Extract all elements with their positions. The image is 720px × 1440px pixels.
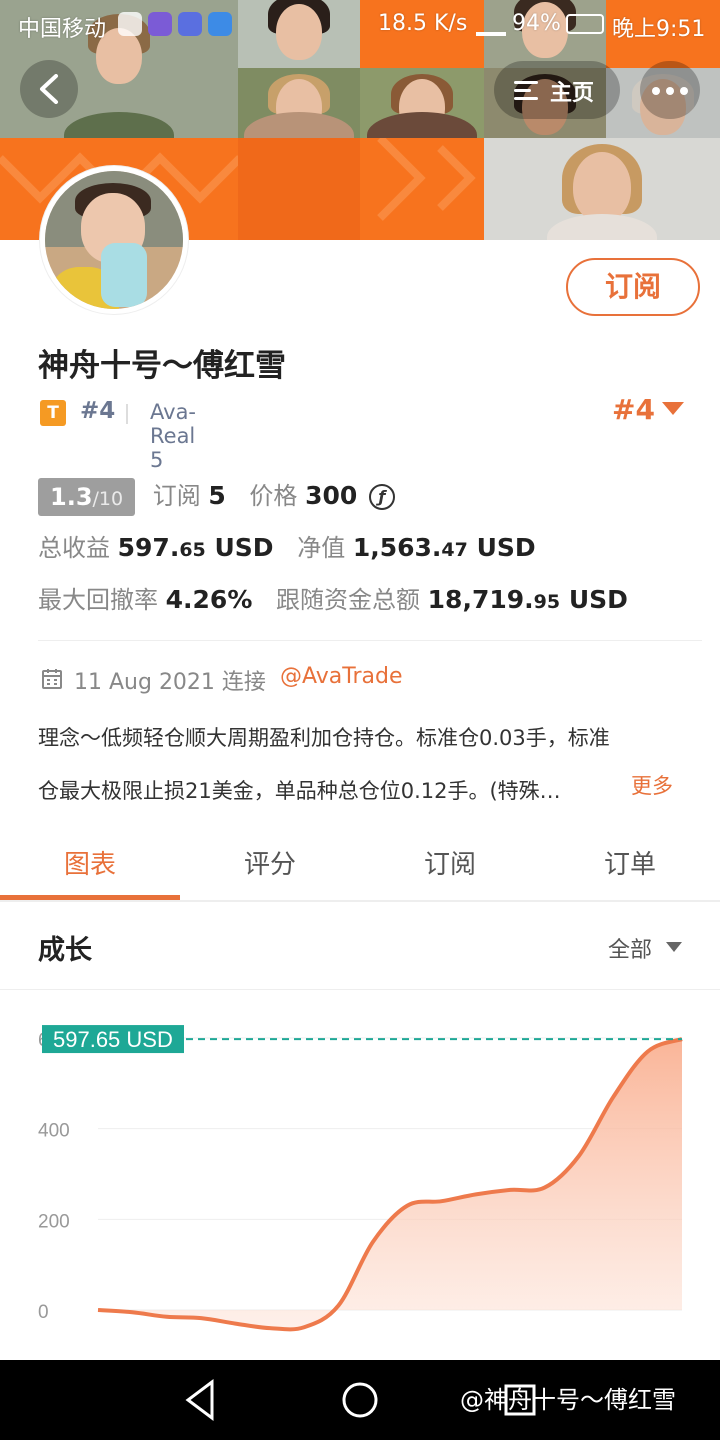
avatar[interactable] bbox=[40, 166, 188, 314]
banner-photo bbox=[360, 68, 484, 138]
strategy-description: 理念～低频轻仓顺大周期盈利加仓持仓。标准仓0.03手，标准 仓最大极限止损21美… bbox=[38, 712, 698, 818]
y-tick-label: 400 bbox=[38, 1121, 70, 1142]
wechat-icon bbox=[118, 12, 142, 36]
back-button[interactable] bbox=[20, 60, 78, 118]
description-line: 仓最大极限止损21美金，单品种总仓位0.12手。(特殊… bbox=[38, 779, 561, 803]
carrier-label: 中国移动 bbox=[18, 17, 107, 42]
active-tab-indicator bbox=[0, 895, 180, 900]
tier-badge: T bbox=[40, 400, 66, 426]
total-profit-value: 597.65 USD bbox=[117, 533, 274, 562]
subscribe-button[interactable]: 订阅 bbox=[566, 258, 700, 316]
account-name: Ava-Real 5 bbox=[150, 400, 197, 472]
follow-funds-label: 跟随资金总额 bbox=[276, 586, 421, 614]
tab-orders[interactable]: 订单 bbox=[540, 844, 720, 881]
rank-dropdown[interactable]: #4 bbox=[612, 393, 655, 426]
menu-lines-icon bbox=[514, 81, 538, 100]
max-drawdown-value: 4.26% bbox=[165, 585, 253, 614]
rating-badge: 1.3/10 bbox=[38, 478, 136, 516]
banner-pattern-tile bbox=[360, 138, 484, 240]
signal-icon bbox=[476, 12, 506, 36]
app-screen: 中国移动 18.5 K/s 94% 晚上9:51 主页 订阅 神舟十号～傅红雪 … bbox=[0, 0, 720, 1440]
banner-photo bbox=[238, 68, 360, 138]
more-options-button[interactable] bbox=[640, 61, 700, 119]
subscribers-label: 订阅 bbox=[152, 482, 201, 510]
calendar-icon bbox=[42, 669, 62, 689]
watermark: @神舟十号～傅红雪 bbox=[460, 1386, 676, 1414]
tab-rating[interactable]: 评分 bbox=[180, 844, 360, 881]
app-notification-icon bbox=[208, 12, 232, 36]
caret-down-icon[interactable] bbox=[662, 402, 684, 415]
clock: 晚上9:51 bbox=[612, 17, 706, 42]
joined-date: 11 Aug 2021 连接 bbox=[74, 670, 266, 695]
growth-title: 成长 bbox=[38, 935, 92, 966]
y-tick-label: 200 bbox=[38, 1211, 70, 1232]
net-value-label: 净值 bbox=[297, 534, 346, 562]
home-button[interactable]: 主页 bbox=[494, 61, 620, 119]
strategy-name: 神舟十号～傅红雪 bbox=[38, 348, 286, 384]
rank-small: #4 bbox=[80, 398, 116, 424]
banner-pattern-tile bbox=[238, 138, 360, 240]
battery-icon bbox=[566, 14, 604, 34]
tab-subscription[interactable]: 订阅 bbox=[360, 844, 540, 881]
price-value: 300 bbox=[305, 481, 358, 510]
status-bar: 中国移动 18.5 K/s 94% 晚上9:51 bbox=[0, 0, 720, 50]
growth-chart[interactable]: 02004006 597.65 USD bbox=[0, 990, 720, 1360]
divider bbox=[38, 640, 702, 641]
broker-link[interactable]: @AvaTrade bbox=[280, 664, 403, 689]
total-profit-label: 总收益 bbox=[38, 534, 110, 562]
subscribers-value: 5 bbox=[208, 481, 226, 510]
follow-funds-value: 18,719.95 USD bbox=[427, 585, 628, 614]
app-notification-icon bbox=[148, 12, 172, 36]
max-drawdown-label: 最大回撤率 bbox=[38, 586, 158, 614]
svg-text:597.65 USD: 597.65 USD bbox=[53, 1027, 173, 1052]
banner-photo bbox=[484, 138, 720, 240]
growth-area bbox=[98, 1039, 682, 1330]
home-circle-icon[interactable] bbox=[342, 1382, 378, 1418]
price-label: 价格 bbox=[249, 482, 298, 510]
period-filter[interactable]: 全部 bbox=[608, 932, 652, 964]
divider bbox=[126, 404, 128, 424]
back-triangle-icon[interactable] bbox=[185, 1379, 214, 1421]
coin-icon: ƒ bbox=[368, 484, 395, 510]
battery-percent: 94% bbox=[512, 11, 561, 36]
network-speed: 18.5 K/s bbox=[378, 11, 468, 36]
caret-down-icon[interactable] bbox=[666, 942, 682, 952]
net-value: 1,563.47 USD bbox=[352, 533, 536, 562]
growth-header: 成长 全部 bbox=[0, 902, 720, 990]
chevron-left-icon bbox=[40, 74, 58, 104]
system-nav-bar: @神舟十号～傅红雪 bbox=[0, 1360, 720, 1440]
description-line: 理念～低频轻仓顺大周期盈利加仓持仓。标准仓0.03手，标准 bbox=[38, 726, 610, 750]
tab-chart[interactable]: 图表 bbox=[0, 844, 180, 881]
home-label: 主页 bbox=[550, 81, 595, 106]
app-notification-icon bbox=[178, 12, 202, 36]
tab-bar: 图表 评分 订阅 订单 bbox=[0, 826, 720, 902]
last-value-label: 597.65 USD bbox=[42, 1025, 184, 1054]
more-link[interactable]: 更多 bbox=[631, 770, 673, 800]
y-tick-label: 0 bbox=[38, 1302, 49, 1323]
